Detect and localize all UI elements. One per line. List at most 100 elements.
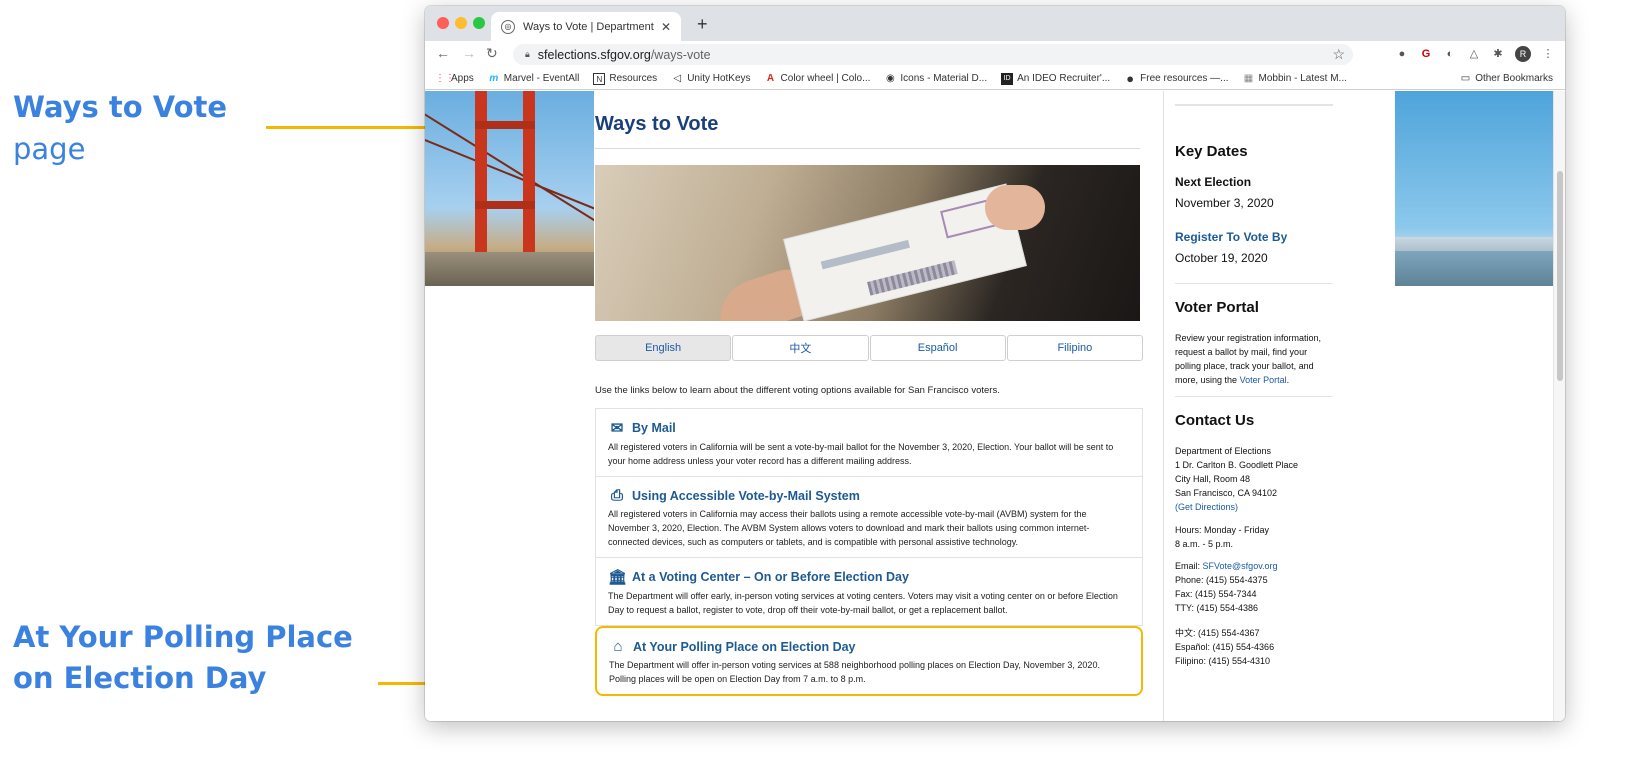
- reload-icon[interactable]: ↻: [486, 45, 498, 62]
- bookmark-star-icon[interactable]: ☆: [1332, 46, 1345, 63]
- annotation-line-2: on Election Day: [13, 661, 267, 695]
- option-title-link[interactable]: At a Voting Center – On or Before Electi…: [632, 570, 909, 584]
- back-icon[interactable]: ←: [436, 45, 450, 61]
- option-title-link[interactable]: At Your Polling Place on Election Day: [633, 640, 856, 654]
- hours-line: Hours: Monday - Friday: [1175, 525, 1270, 535]
- close-tab-icon[interactable]: ✕: [661, 20, 671, 34]
- bookmark-label: Apps: [451, 73, 474, 84]
- extension-g-icon[interactable]: G: [1419, 47, 1433, 61]
- language-tabs: English 中文 Español Filipino: [595, 335, 1143, 361]
- web-page: Ways to Vote English 中文 Español Filipino: [425, 91, 1565, 721]
- other-bookmarks[interactable]: ▭ Other Bookmarks: [1461, 73, 1553, 84]
- tab-english[interactable]: English: [595, 335, 732, 361]
- address-line: Department of Elections: [1175, 446, 1272, 456]
- url-input[interactable]: 🔒︎ sfelections.sfgov.org/ways-vote ☆: [513, 44, 1353, 65]
- email-row: Email: SFVote@sfgov.org: [1175, 559, 1335, 573]
- bookmark-mobbin[interactable]: ▦ Mobbin - Latest M...: [1243, 73, 1347, 85]
- key-dates-heading: Key Dates: [1175, 143, 1248, 160]
- golden-gate-bridge-image: [425, 91, 594, 286]
- tab-filipino[interactable]: Filipino: [1006, 335, 1143, 361]
- language-phones: 中文: (415) 554-4367 Español: (415) 554-43…: [1175, 626, 1335, 668]
- get-directions-link[interactable]: (Get Directions): [1175, 500, 1335, 514]
- extension-dot-icon[interactable]: ●: [1395, 47, 1409, 61]
- forward-icon[interactable]: →: [462, 45, 476, 61]
- bookmark-label: Mobbin - Latest M...: [1258, 73, 1347, 84]
- marvel-icon: m: [489, 72, 499, 84]
- address-bar-row: ← → ↻ 🔒︎ sfelections.sfgov.org/ways-vote…: [425, 41, 1565, 68]
- other-bookmarks-label: Other Bookmarks: [1475, 73, 1553, 84]
- page-scrollbar[interactable]: [1553, 91, 1565, 721]
- option-heading[interactable]: ✉ By Mail: [608, 419, 1130, 437]
- bookmark-label: Icons - Material D...: [900, 73, 988, 84]
- option-title-link[interactable]: By Mail: [632, 421, 676, 435]
- minimize-window-button[interactable]: [455, 17, 467, 29]
- extensions-puzzle-icon[interactable]: ✱: [1491, 47, 1505, 61]
- url-domain: sfelections.sfgov.org: [537, 47, 651, 62]
- building-icon: 🏛︎: [608, 569, 628, 586]
- tab-strip: ◎ Ways to Vote | Department of ✕ +: [425, 6, 1565, 41]
- option-description: The Department will offer in-person voti…: [609, 660, 1100, 684]
- option-heading[interactable]: ⌂ At Your Polling Place on Election Day: [609, 638, 1129, 655]
- main-content: Ways to Vote English 中文 Español Filipino: [595, 91, 1152, 721]
- register-date: October 19, 2020: [1175, 251, 1268, 265]
- intro-text: Use the links below to learn about the d…: [595, 385, 1000, 396]
- bookmark-label: Marvel - EventAll: [503, 73, 580, 84]
- phone-line: Filipino: (415) 554-4310: [1175, 656, 1271, 666]
- email-link[interactable]: SFVote@sfgov.org: [1203, 561, 1278, 571]
- bookmark-marvel[interactable]: m Marvel - EventAll: [488, 72, 580, 85]
- tab-spanish[interactable]: Español: [869, 335, 1006, 361]
- ways-to-vote-annotation: Ways to Vote page: [13, 86, 227, 170]
- option-title-link[interactable]: Using Accessible Vote-by-Mail System: [632, 489, 860, 503]
- voter-portal-link[interactable]: Voter Portal: [1240, 375, 1287, 385]
- adobe-icon: A: [766, 72, 775, 84]
- profile-avatar[interactable]: R: [1515, 46, 1531, 62]
- office-hours: Hours: Monday - Friday 8 a.m. - 5 p.m.: [1175, 523, 1335, 551]
- phone-line: Phone: (415) 554-4375: [1175, 575, 1268, 585]
- menu-kebab-icon[interactable]: ⋮: [1541, 47, 1555, 61]
- bookmark-color-wheel[interactable]: A Color wheel | Colo...: [765, 72, 870, 85]
- extension-circle-icon[interactable]: ◐: [1443, 47, 1457, 61]
- browser-tab[interactable]: ◎ Ways to Vote | Department of ✕: [491, 12, 681, 41]
- bookmark-free-resources[interactable]: ● Free resources —...: [1124, 72, 1229, 85]
- apps-grid-icon: ⋮⋮: [435, 72, 455, 84]
- bookmark-unity[interactable]: ◁ Unity HotKeys: [671, 73, 750, 85]
- option-heading[interactable]: 🏛︎ At a Voting Center – On or Before Ele…: [608, 568, 1130, 586]
- scrollbar-thumb[interactable]: [1557, 171, 1563, 381]
- mobbin-icon: ▦: [1243, 72, 1254, 84]
- page-title: Ways to Vote: [595, 113, 719, 135]
- close-window-button[interactable]: [437, 17, 449, 29]
- printer-icon: ⎙: [610, 487, 623, 504]
- notion-icon: N: [593, 72, 606, 85]
- address-line: 1 Dr. Carlton B. Goodlett Place: [1175, 460, 1299, 470]
- annotation-line-1: At Your Polling Place: [13, 620, 353, 654]
- new-tab-icon[interactable]: +: [697, 14, 708, 35]
- bookmark-label: An IDEO Recruiter'...: [1017, 73, 1111, 84]
- option-description: The Department will offer early, in-pers…: [608, 591, 1118, 615]
- bookmarks-bar: ⋮⋮ Apps m Marvel - EventAll N Resources ◁ Un…: [425, 68, 1565, 90]
- bookmark-ideo[interactable]: ID An IDEO Recruiter'...: [1001, 72, 1111, 85]
- unity-icon: ◁: [673, 72, 682, 84]
- right-sidebar: Key Dates Next Election November 3, 2020…: [1163, 91, 1393, 721]
- bookmark-material-icons[interactable]: ◉ Icons - Material D...: [884, 73, 987, 85]
- title-divider: [595, 148, 1140, 149]
- bookmark-label: Free resources —...: [1140, 73, 1229, 84]
- sf-skyline-image: [1395, 91, 1553, 286]
- hours-line: 8 a.m. - 5 p.m.: [1175, 539, 1234, 549]
- polling-place-annotation: At Your Polling Place on Election Day: [13, 617, 353, 699]
- tab-chinese[interactable]: 中文: [732, 335, 869, 361]
- bookmark-apps[interactable]: ⋮⋮ Apps: [435, 73, 474, 85]
- bookmark-label: Unity HotKeys: [687, 73, 751, 84]
- phone-line: Español: (415) 554-4366: [1175, 642, 1275, 652]
- address-line: City Hall, Room 48: [1175, 474, 1251, 484]
- option-polling-place: ⌂ At Your Polling Place on Election Day …: [595, 626, 1143, 696]
- folder-icon: ▭: [1460, 73, 1471, 84]
- lock-icon: 🔒︎: [525, 49, 530, 59]
- register-to-vote-link[interactable]: Register To Vote By: [1175, 230, 1287, 244]
- home-icon: ⌂: [613, 638, 623, 655]
- phone-line: TTY: (415) 554-4386: [1175, 603, 1259, 613]
- bookmark-resources[interactable]: N Resources: [593, 72, 657, 85]
- maximize-window-button[interactable]: [473, 17, 485, 29]
- extension-drive-icon[interactable]: △: [1467, 47, 1481, 61]
- contact-address: Department of Elections 1 Dr. Carlton B.…: [1175, 444, 1335, 514]
- option-heading[interactable]: ⎙ Using Accessible Vote-by-Mail System: [608, 487, 1130, 504]
